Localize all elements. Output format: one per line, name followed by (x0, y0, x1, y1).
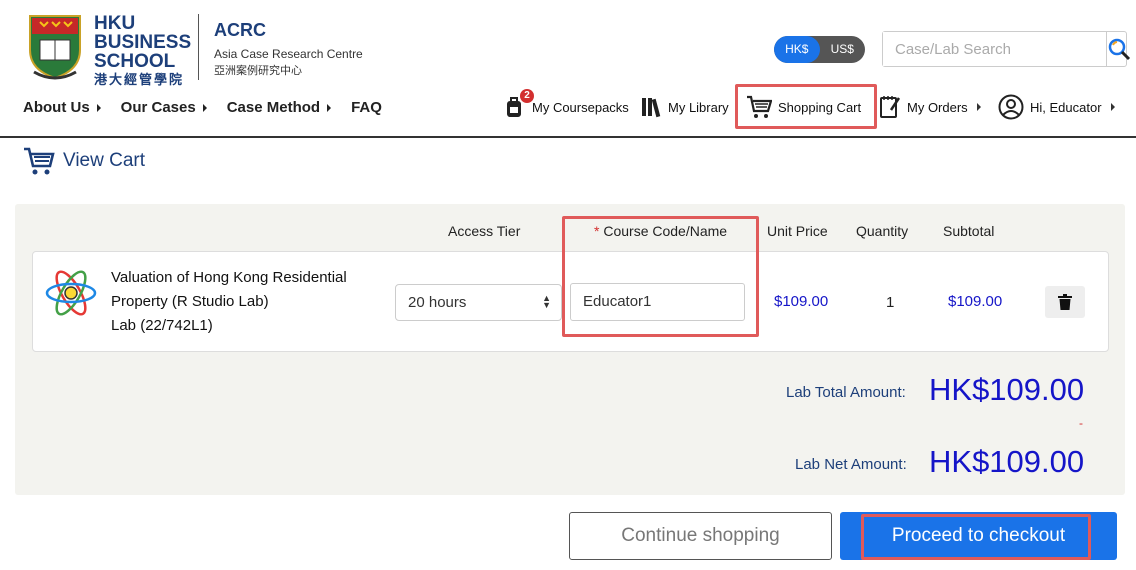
select-arrows-icon: ▲ ▼ (542, 293, 551, 310)
my-orders-label: My Orders (907, 99, 968, 115)
hku-business-school-logo[interactable]: HKU BUSINESS SCHOOL 港大經管學院 (94, 14, 191, 89)
continue-shopping-button[interactable]: Continue shopping (569, 512, 832, 560)
currency-toggle[interactable]: HK$ US$ (774, 36, 865, 63)
currency-option-usd[interactable]: US$ (820, 36, 866, 63)
unit-price: $109.00 (774, 293, 829, 310)
column-header-subtotal: Subtotal (943, 223, 995, 239)
caret-right-icon (1110, 103, 1115, 111)
quantity-value: 1 (886, 294, 895, 311)
nav-item-label: FAQ (351, 99, 382, 116)
remove-item-button[interactable] (1045, 286, 1085, 318)
my-library-link[interactable]: My Library (640, 93, 729, 121)
logo-divider (198, 14, 199, 80)
my-library-label: My Library (668, 99, 729, 115)
nav-item-label: About Us (23, 99, 90, 116)
item-title-line: Property (R Studio Lab) (111, 293, 269, 310)
caret-right-icon (96, 103, 101, 112)
acrc-subtitle: Asia Case Research Centre (214, 47, 363, 61)
nav-item-label: Our Cases (120, 99, 196, 116)
user-circle-icon (998, 94, 1024, 120)
search-button[interactable] (1106, 32, 1131, 66)
cart-icon (24, 147, 55, 175)
lab-total-value: HK$109.00 (929, 372, 1085, 407)
school-name-line: HKU (94, 13, 136, 34)
search-box (882, 31, 1131, 67)
page-title-text: View Cart (63, 150, 146, 171)
nav-item-label: Case Method (226, 99, 321, 116)
item-title[interactable]: Valuation of Hong Kong Residential Prope… (111, 266, 381, 338)
course-code-highlight-box (562, 216, 759, 337)
item-type-code: Lab (22/742L1) (111, 317, 213, 334)
my-orders-link[interactable]: My Orders (879, 93, 981, 121)
school-name-line: SCHOOL (94, 51, 176, 72)
my-coursepacks-label: My Coursepacks (532, 99, 629, 115)
column-header-quantity: Quantity (856, 223, 909, 239)
main-nav: About Us Our Cases Case Method FAQ (23, 99, 382, 116)
item-title-line: Valuation of Hong Kong Residential (111, 269, 347, 286)
trash-icon (1058, 294, 1072, 310)
account-menu[interactable]: Hi, Educator (998, 93, 1115, 121)
nav-item-faq[interactable]: FAQ (351, 99, 382, 116)
column-header-access-tier: Access Tier (448, 223, 521, 239)
coursepacks-count-badge: 2 (520, 89, 534, 103)
currency-option-hkd[interactable]: HK$ (774, 36, 820, 63)
account-greeting: Hi, Educator (1030, 99, 1102, 115)
atom-icon (45, 270, 97, 316)
hku-crest-logo[interactable] (26, 12, 84, 82)
acrc-title: ACRC (214, 20, 266, 40)
notepad-icon (880, 96, 901, 118)
caret-right-icon (327, 103, 332, 112)
caret-right-icon (202, 103, 207, 112)
school-name-line: BUSINESS (94, 32, 192, 53)
school-name-chinese: 港大經管學院 (94, 72, 185, 87)
access-tier-select[interactable]: 20 hours ▲ ▼ (395, 284, 562, 321)
cart-highlight-box (735, 84, 877, 129)
search-icon (1108, 38, 1131, 61)
books-icon (642, 98, 661, 118)
search-input[interactable] (883, 32, 1106, 66)
nav-item-our-cases[interactable]: Our Cases (121, 99, 207, 116)
backpack-icon: 2 (504, 89, 534, 119)
nav-item-case-method[interactable]: Case Method (226, 99, 332, 116)
discount-value: - (1079, 416, 1083, 430)
my-coursepacks-link[interactable]: 2 My Coursepacks (504, 89, 629, 121)
site-header: HKU BUSINESS SCHOOL 港大經管學院 ACRC Asia Cas… (0, 0, 1136, 138)
lab-net-value: HK$109.00 (929, 444, 1085, 479)
column-header-unit-price: Unit Price (767, 223, 828, 239)
checkout-highlight-box (861, 514, 1091, 560)
caret-right-icon (976, 103, 981, 111)
lab-total-label: Lab Total Amount: (786, 384, 906, 401)
nav-item-about-us[interactable]: About Us (23, 99, 101, 116)
acrc-logo[interactable]: ACRC Asia Case Research Centre 亞洲案例研究中心 (214, 20, 363, 78)
page-title: View Cart (23, 146, 145, 176)
access-tier-value: 20 hours (408, 294, 467, 311)
subtotal: $109.00 (948, 293, 1003, 310)
lab-net-label: Lab Net Amount: (795, 456, 907, 473)
acrc-chinese-name: 亞洲案例研究中心 (214, 65, 302, 77)
